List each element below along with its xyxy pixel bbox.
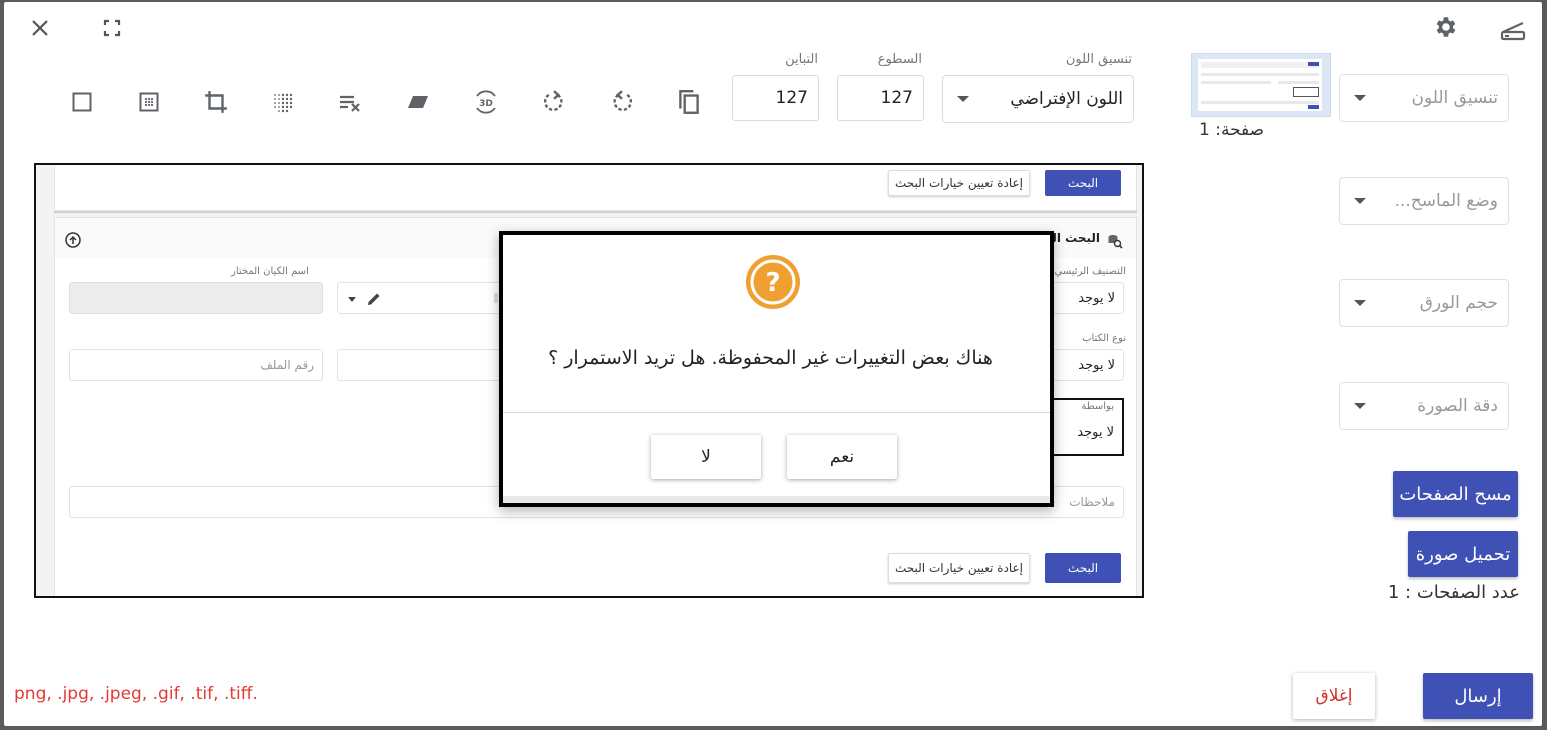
chevron-down-icon <box>348 297 356 302</box>
clear-list-icon[interactable] <box>332 84 368 120</box>
crop-icon[interactable] <box>198 84 234 120</box>
resolution-placeholder: دقة الصورة <box>1417 396 1498 416</box>
thumbnail-blue-button <box>1308 105 1319 109</box>
chevron-down-icon <box>1354 300 1366 306</box>
book-type-label: نوع الكتاب <box>1082 333 1126 344</box>
question-icon: ? <box>744 253 802 311</box>
fullscreen-icon[interactable] <box>98 14 126 42</box>
sidebar-color-format-select[interactable]: تنسيق اللون <box>1339 74 1509 122</box>
rotate-right-icon[interactable] <box>536 84 572 120</box>
page-thumbnail[interactable] <box>1191 53 1331 117</box>
thumbnail-line <box>1201 73 1319 76</box>
paper-size-select[interactable]: حجم الورق <box>1339 279 1509 327</box>
selected-entity-field <box>69 282 323 314</box>
crop-square-icon[interactable] <box>64 84 100 120</box>
main-category-value: لا يوجد <box>1078 290 1115 306</box>
book-type-field: لا يوجد <box>1049 349 1124 381</box>
preview-top-panel: البحث إعادة تعيين خيارات البحث <box>54 165 1137 211</box>
dialog-divider <box>503 412 1050 413</box>
selected-entity-label: اسم الكيان المختار <box>231 266 309 277</box>
rotate-left-icon[interactable] <box>604 84 640 120</box>
send-button[interactable]: إرسال <box>1423 673 1533 719</box>
color-format-select[interactable]: اللون الإفتراضي <box>942 75 1134 123</box>
by-field-highlight: لا يوجد <box>1049 398 1124 456</box>
brightness-input[interactable]: 127 <box>837 75 924 121</box>
search-section-icon <box>1107 233 1123 249</box>
scanner-mode-placeholder: وضع الماسح... <box>1394 191 1498 211</box>
preview-bottom-reset-button: إعادة تعيين خيارات البحث <box>888 553 1030 583</box>
brightness-label: السطوع <box>877 52 922 67</box>
dialog-message: هناك بعض التغييرات غير المحفوظة. هل تريد… <box>548 347 993 369</box>
allowed-formats-text: png, .jpg, .jpeg, .gif, .tif, .tiff. <box>14 684 258 704</box>
svg-text:3D: 3D <box>479 99 493 109</box>
paper-size-placeholder: حجم الورق <box>1419 293 1498 313</box>
copy-icon[interactable] <box>671 84 707 120</box>
by-value: لا يوجد <box>1077 425 1114 440</box>
close-icon[interactable] <box>26 14 54 42</box>
main-category-field: لا يوجد <box>1049 282 1124 314</box>
file-number-secondary-field <box>337 349 507 381</box>
gear-icon[interactable] <box>1430 12 1460 42</box>
file-number-field: رقم الملف <box>69 349 323 381</box>
thumbnail-content <box>1198 59 1322 111</box>
preview-bottom-search-button: البحث <box>1045 553 1121 583</box>
chevron-down-icon <box>1354 198 1366 204</box>
chevron-down-icon <box>1354 403 1366 409</box>
scan-upload-dialog: 3D التباين 127 السطوع 127 تنسيق اللون ال… <box>4 2 1542 726</box>
upload-circle-icon <box>65 232 81 248</box>
scan-pages-button[interactable]: مسح الصفحات <box>1393 471 1518 517</box>
pencil-icon <box>366 291 382 307</box>
file-number-placeholder: رقم الملف <box>260 358 314 372</box>
svg-text:?: ? <box>765 268 780 298</box>
halftone-icon[interactable] <box>265 84 301 120</box>
yes-button[interactable]: نعم <box>787 435 897 479</box>
no-button[interactable]: لا <box>651 435 761 479</box>
entity-placeholder <box>494 293 498 303</box>
thumbnail-dialog <box>1293 87 1319 97</box>
chevron-down-icon <box>957 96 969 102</box>
thumbnail-line <box>1201 101 1319 104</box>
preview-reset-button: إعادة تعيين خيارات البحث <box>888 170 1030 196</box>
page-count-label: عدد الصفحات : 1 <box>1387 582 1520 603</box>
thumbnail-line <box>1201 62 1319 68</box>
scanner-icon[interactable] <box>1496 16 1530 44</box>
book-type-value: لا يوجد <box>1078 357 1115 373</box>
sidebar-color-format-placeholder: تنسيق اللون <box>1411 88 1498 108</box>
scanner-mode-select[interactable]: وضع الماسح... <box>1339 177 1509 225</box>
chevron-down-icon <box>1354 95 1366 101</box>
main-category-label: التصنيف الرئيسي <box>1054 266 1126 277</box>
resolution-select[interactable]: دقة الصورة <box>1339 382 1509 430</box>
thumbnail-blue-button <box>1308 62 1319 66</box>
thumbnail-line <box>1278 81 1319 84</box>
contrast-label: التباين <box>785 52 818 67</box>
preview-search-button: البحث <box>1045 170 1121 196</box>
color-format-value: اللون الإفتراضي <box>1010 89 1123 109</box>
rotate-3d-icon[interactable]: 3D <box>468 84 504 120</box>
upload-image-button[interactable]: تحميل صورة <box>1408 531 1518 577</box>
preview-divider <box>54 211 1137 213</box>
color-format-label: تنسيق اللون <box>1065 52 1132 67</box>
page-label: صفحة: 1 <box>1199 120 1265 140</box>
dialog-bottom-bar <box>503 496 1050 503</box>
unsaved-changes-dialog: ? هناك بعض التغييرات غير المحفوظة. هل تر… <box>499 231 1054 507</box>
thumbnail-line <box>1201 81 1271 84</box>
contrast-input[interactable]: 127 <box>732 75 819 121</box>
close-button[interactable]: إغلاق <box>1293 673 1375 719</box>
entity-select-field <box>337 282 507 314</box>
skew-icon[interactable] <box>400 84 436 120</box>
grid-dots-icon[interactable] <box>131 84 167 120</box>
notes-placeholder: ملاحظات <box>1069 495 1115 509</box>
